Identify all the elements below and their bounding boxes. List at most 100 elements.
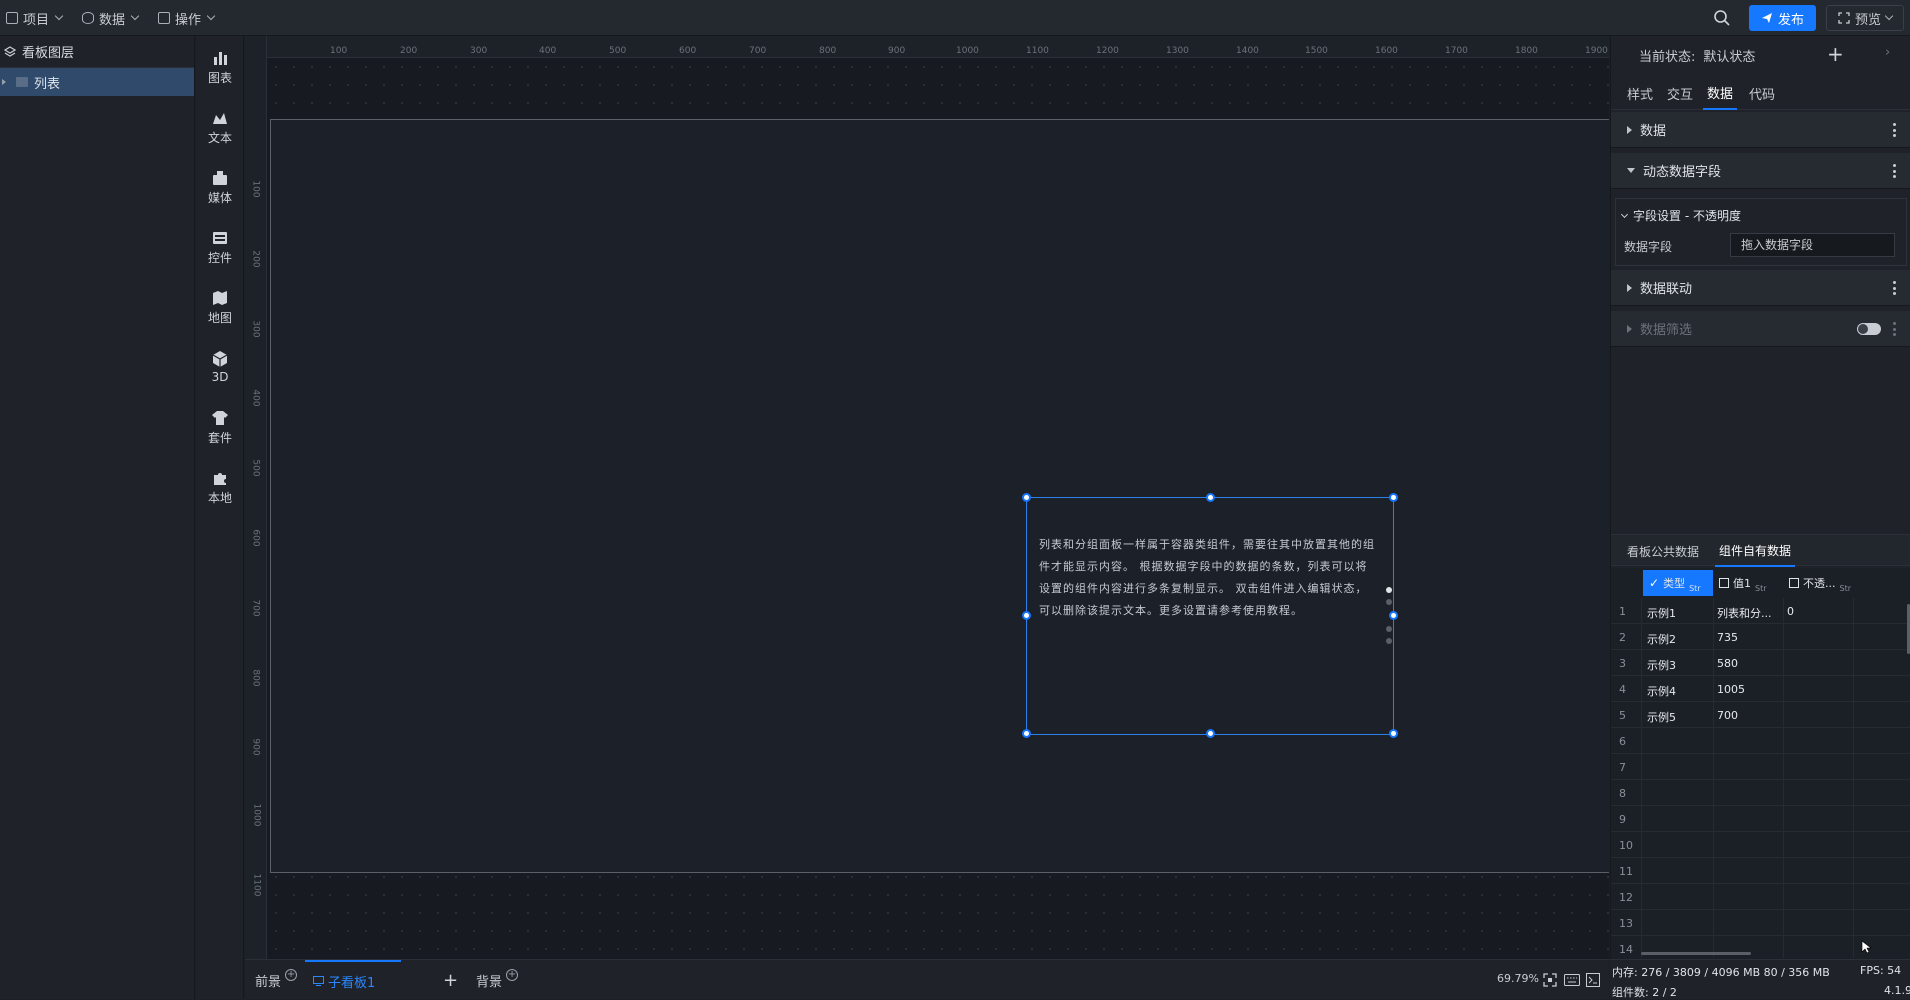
tab-code[interactable]: 代码 xyxy=(1749,76,1775,110)
resize-handle-e[interactable] xyxy=(1389,611,1398,620)
table-row[interactable]: 13 xyxy=(1611,910,1910,936)
section-data[interactable]: 数据 xyxy=(1611,112,1910,148)
tab-background[interactable]: 背景 + xyxy=(476,960,519,1000)
checkbox[interactable] xyxy=(1719,578,1729,588)
data-field-dropzone[interactable]: 拖入数据字段 xyxy=(1730,233,1895,257)
resize-handle-s[interactable] xyxy=(1206,729,1215,738)
tool-control[interactable]: 控件 xyxy=(196,222,244,272)
add-circle-icon[interactable]: + xyxy=(506,969,519,981)
table-row[interactable]: 3 示例3 580 xyxy=(1611,650,1910,676)
list-placeholder-text: 列表和分组面板一样属于容器类组件，需要往其中放置其他的组件才能显示内容。 根据数… xyxy=(1039,538,1375,617)
table-row[interactable]: 5 示例5 700 xyxy=(1611,702,1910,728)
cell-type[interactable]: 示例1 xyxy=(1647,605,1676,621)
keyboard-icon[interactable] xyxy=(1564,974,1580,986)
resize-handle-nw[interactable] xyxy=(1022,493,1031,502)
tab-interaction[interactable]: 交互 xyxy=(1667,76,1693,110)
resize-handle-n[interactable] xyxy=(1206,493,1215,502)
table-row[interactable]: 9 xyxy=(1611,806,1910,832)
cell-type[interactable]: 示例5 xyxy=(1647,709,1676,725)
chevron-right-icon[interactable]: › xyxy=(1885,45,1890,60)
more-icon[interactable] xyxy=(1893,164,1897,178)
tab-sub-board[interactable]: 子看板1 xyxy=(305,960,401,1000)
more-icon[interactable] xyxy=(1893,322,1897,336)
page-indicator-dot[interactable] xyxy=(1386,626,1392,632)
cell-type[interactable]: 示例3 xyxy=(1647,657,1676,673)
tool-map[interactable]: 地图 xyxy=(196,282,244,332)
cell-value[interactable]: 580 xyxy=(1717,657,1738,670)
filter-toggle[interactable] xyxy=(1857,323,1881,335)
grid-header-value[interactable]: 值1 Str xyxy=(1713,570,1783,596)
cell-value[interactable]: 735 xyxy=(1717,631,1738,644)
list-component[interactable]: 列表和分组面板一样属于容器类组件，需要往其中放置其他的组件才能显示内容。 根据数… xyxy=(1022,493,1398,738)
field-setting-header[interactable]: 字段设置 - 不透明度 xyxy=(1620,207,1741,224)
publish-label: 发布 xyxy=(1777,12,1804,28)
zoom-level[interactable]: 69.79% xyxy=(1497,972,1539,985)
section-data-linkage[interactable]: 数据联动 xyxy=(1611,270,1910,306)
resize-handle-w[interactable] xyxy=(1022,611,1031,620)
layers-icon xyxy=(4,45,16,57)
publish-button[interactable]: 发布 xyxy=(1749,5,1816,31)
caret-right-icon[interactable] xyxy=(2,79,6,85)
tool-chart[interactable]: 图表 xyxy=(196,42,244,92)
checkbox[interactable] xyxy=(1789,578,1799,588)
tool-text[interactable]: 文本 xyxy=(196,102,244,152)
section-dynamic-fields[interactable]: 动态数据字段 xyxy=(1611,153,1910,189)
cell-value[interactable]: 700 xyxy=(1717,709,1738,722)
terminal-icon[interactable] xyxy=(1586,973,1600,987)
table-row[interactable]: 12 xyxy=(1611,884,1910,910)
tool-media[interactable]: 媒体 xyxy=(196,162,244,212)
tool-kit[interactable]: 套件 xyxy=(196,402,244,452)
preview-button[interactable]: 预览 xyxy=(1826,5,1904,31)
add-circle-icon[interactable]: + xyxy=(285,969,298,981)
cell-value[interactable]: 列表和分... xyxy=(1717,605,1772,621)
layer-item-list[interactable]: 列表 xyxy=(0,68,194,96)
table-row[interactable]: 7 xyxy=(1611,754,1910,780)
table-row[interactable]: 4 示例4 1005 xyxy=(1611,676,1910,702)
menu-data[interactable]: 数据 xyxy=(82,8,140,28)
canvas-area[interactable]: 列表和分组面板一样属于容器类组件，需要往其中放置其他的组件才能显示内容。 根据数… xyxy=(245,36,1609,959)
ruler-tick-label: 600 xyxy=(250,529,261,547)
horizontal-scrollbar[interactable] xyxy=(1641,952,1751,955)
data-source-tabs: 看板公共数据 组件自有数据 xyxy=(1611,534,1910,567)
ruler-tick-label: 200 xyxy=(250,250,261,268)
cell-type[interactable]: 示例2 xyxy=(1647,631,1676,647)
resize-handle-se[interactable] xyxy=(1389,729,1398,738)
menu-project[interactable]: 项目 xyxy=(6,8,64,28)
cell-value[interactable]: 1005 xyxy=(1717,683,1745,696)
tab-foreground[interactable]: 前景 + xyxy=(255,960,298,1000)
cell-opacity[interactable]: 0 xyxy=(1787,605,1794,618)
table-row[interactable]: 11 xyxy=(1611,858,1910,884)
tab-component-data[interactable]: 组件自有数据 xyxy=(1715,535,1796,567)
add-state-icon[interactable]: + xyxy=(1827,42,1844,66)
more-icon[interactable] xyxy=(1893,123,1897,137)
grid-header-type[interactable]: ✓ 类型 Str xyxy=(1643,570,1713,596)
grid-header-opacity[interactable]: 不透... Str xyxy=(1783,570,1853,596)
add-board-button[interactable]: + xyxy=(443,960,458,1000)
tool-3d[interactable]: 3D xyxy=(196,342,244,392)
tab-board-public-data[interactable]: 看板公共数据 xyxy=(1627,535,1699,567)
page-indicator-dot[interactable] xyxy=(1386,599,1392,605)
state-selector[interactable]: 当前状态: 默认状态 xyxy=(1611,36,1910,74)
search-icon[interactable] xyxy=(1713,9,1731,27)
table-row[interactable]: 8 xyxy=(1611,780,1910,806)
dashboard-board[interactable]: 列表和分组面板一样属于容器类组件，需要往其中放置其他的组件才能显示内容。 根据数… xyxy=(270,119,1609,873)
section-data-filter[interactable]: 数据筛选 xyxy=(1611,311,1910,347)
tab-data[interactable]: 数据 xyxy=(1703,76,1738,110)
fullscreen-icon xyxy=(1838,12,1850,24)
resize-handle-ne[interactable] xyxy=(1389,493,1398,502)
section-linkage-title: 数据联动 xyxy=(1640,282,1693,297)
tool-local[interactable]: 本地 xyxy=(196,462,244,512)
table-row[interactable]: 1 示例1 列表和分... 0 xyxy=(1611,598,1910,624)
table-row[interactable]: 2 示例2 735 xyxy=(1611,624,1910,650)
tab-style[interactable]: 样式 xyxy=(1627,76,1653,110)
more-icon[interactable] xyxy=(1893,281,1897,295)
resize-handle-sw[interactable] xyxy=(1022,729,1031,738)
cell-type[interactable]: 示例4 xyxy=(1647,683,1676,699)
table-row[interactable]: 6 xyxy=(1611,728,1910,754)
page-indicator-dot[interactable] xyxy=(1386,587,1392,593)
menu-operation[interactable]: 操作 xyxy=(158,8,216,28)
page-indicator-dot[interactable] xyxy=(1386,638,1392,644)
data-grid[interactable]: ✓ 类型 Str 值1 Str 不透... Str 1 示例1 列表和分... 0 2 示… xyxy=(1611,568,1910,959)
fit-screen-icon[interactable] xyxy=(1543,973,1557,987)
table-row[interactable]: 10 xyxy=(1611,832,1910,858)
